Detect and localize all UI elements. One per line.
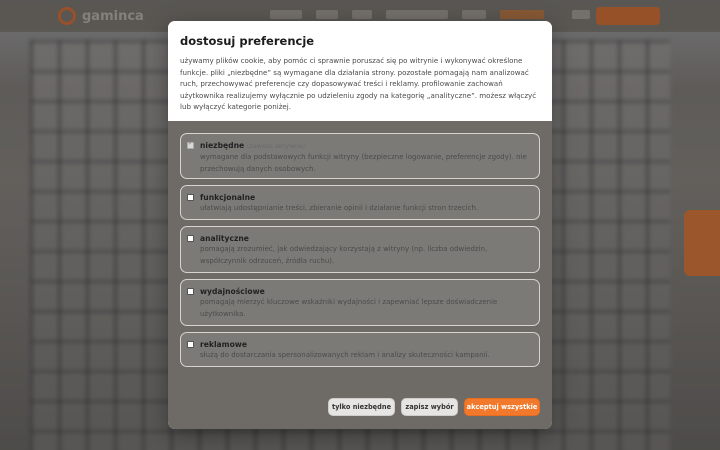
- category-title: funkcjonalne: [200, 193, 256, 202]
- category-title: reklamowe: [200, 340, 247, 349]
- category-advertising[interactable]: reklamowe służą do dostarczania spersona…: [180, 332, 540, 367]
- category-analytics[interactable]: analityczne pomagają zrozumieć, jak odwi…: [180, 226, 540, 273]
- category-title: niezbędne (zawsze aktywne): [200, 140, 531, 152]
- category-functional[interactable]: funkcjonalne ułatwiają udostępnianie tre…: [180, 185, 540, 220]
- accept-all-button[interactable]: akceptuj wszystkie: [464, 398, 540, 416]
- performance-checkbox[interactable]: [187, 288, 194, 295]
- category-description: służą do dostarczania spersonalizowanych…: [200, 351, 490, 359]
- category-description: pomagają mierzyć kluczowe wskaźniki wyda…: [200, 298, 498, 318]
- category-description: wymagane dla podstawowych funkcji witryn…: [200, 153, 527, 173]
- modal-description: używamy plików cookie, aby pomóc ci spra…: [180, 56, 537, 111]
- necessary-only-button[interactable]: tylko niezbędne: [328, 398, 395, 416]
- modal-header: dostosuj preferencje używamy plików cook…: [168, 21, 552, 121]
- analytics-checkbox[interactable]: [187, 235, 194, 242]
- category-description: pomagają zrozumieć, jak odwiedzający kor…: [200, 245, 488, 265]
- category-performance[interactable]: wydajnościowe pomagają mierzyć kluczowe …: [180, 279, 540, 326]
- category-necessary: niezbędne (zawsze aktywne) wymagane dla …: [180, 133, 540, 179]
- functional-checkbox[interactable]: [187, 194, 194, 201]
- category-title-text: niezbędne: [200, 141, 245, 150]
- advertising-checkbox[interactable]: [187, 341, 194, 348]
- modal-footer: tylko niezbędne zapisz wybór akceptuj ws…: [168, 385, 552, 429]
- cookie-categories: niezbędne (zawsze aktywne) wymagane dla …: [168, 121, 552, 385]
- category-note: (zawsze aktywne): [246, 142, 306, 150]
- save-choice-button[interactable]: zapisz wybór: [401, 398, 458, 416]
- modal-title: dostosuj preferencje: [180, 34, 315, 48]
- category-title: wydajnościowe: [200, 287, 265, 296]
- necessary-checkbox: [187, 140, 194, 149]
- category-title: analityczne: [200, 234, 249, 243]
- cookie-preferences-modal: dostosuj preferencje używamy plików cook…: [168, 21, 552, 429]
- category-description: ułatwiają udostępnianie treści, zbierani…: [200, 204, 479, 212]
